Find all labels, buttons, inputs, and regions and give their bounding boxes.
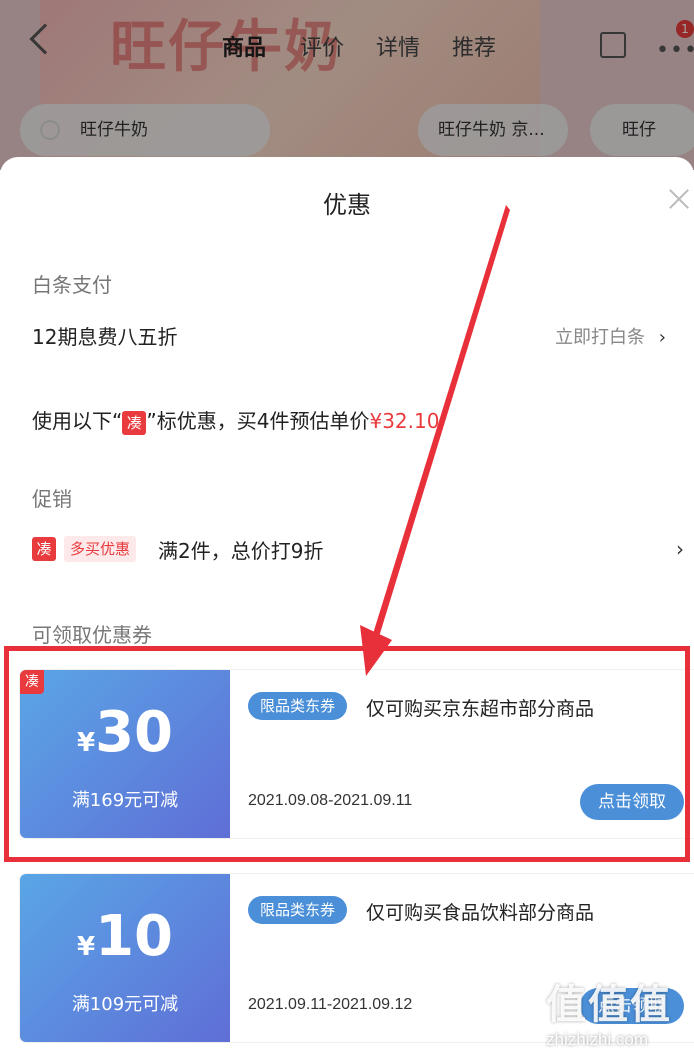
product-page-background: 旺仔牛奶 商品 评价 详情 推荐 ••• 1 旺仔牛奶 旺仔牛奶 京... 旺仔 [0,0,694,170]
watermark-logo: 值值值 [546,982,672,1028]
promotion-text: 满2件，总价打9折 [158,539,324,563]
overlay-dim[interactable] [0,0,694,170]
promotion-label: 促销 [32,487,72,511]
annotation-highlight-box [4,646,690,862]
coupons-label: 可领取优惠券 [32,623,152,647]
ling-tag: 凑 [32,537,56,561]
coupon-value-panel: ¥10 满109元可减 [20,874,230,1042]
coupon-amount: ¥10 [20,904,230,969]
chevron-right-icon: › [676,537,684,561]
yen-symbol: ¥ [76,932,96,962]
baitiao-action-label[interactable]: 立即打白条 [555,327,645,348]
close-icon[interactable] [668,187,690,209]
baitiao-action[interactable]: 立即打白条 › [555,323,666,349]
watermark-url: zhizhizhi.com [546,1030,649,1049]
watermark: 值值值 zhizhizhi.com [546,972,692,1056]
estimate-prefix: 使用以下“ [32,409,123,433]
ling-tag: 凑 [122,410,147,435]
coupon-date: 2021.09.11-2021.09.12 [248,996,413,1013]
estimate-row: 使用以下“ 凑 ”标优惠，买4件预估单价¥32.10 [32,405,439,435]
baitiao-offer: 12期息费八五折 [32,325,178,349]
estimate-middle: ”标优惠，买4件预估单价 [146,409,370,433]
multi-buy-badge: 多买优惠 [64,536,137,562]
estimate-price: ¥32.10 [369,409,440,433]
discount-sheet: 优惠 白条支付 12期息费八五折 立即打白条 › 使用以下“ 凑 ”标优惠，买4件预… [0,157,694,1059]
chevron-right-icon: › [658,327,666,348]
promotion-row[interactable]: 凑 多买优惠 满2件，总价打9折 › [0,531,694,567]
coupon-amount-value: 10 [95,904,174,969]
baitiao-label: 白条支付 [32,273,112,297]
coupon-condition: 满109元可减 [71,994,179,1015]
sheet-title: 优惠 [323,191,371,219]
coupon-description: 仅可购买食品饮料部分商品 [366,902,595,924]
coupon-type-badge: 限品类东券 [248,896,348,924]
